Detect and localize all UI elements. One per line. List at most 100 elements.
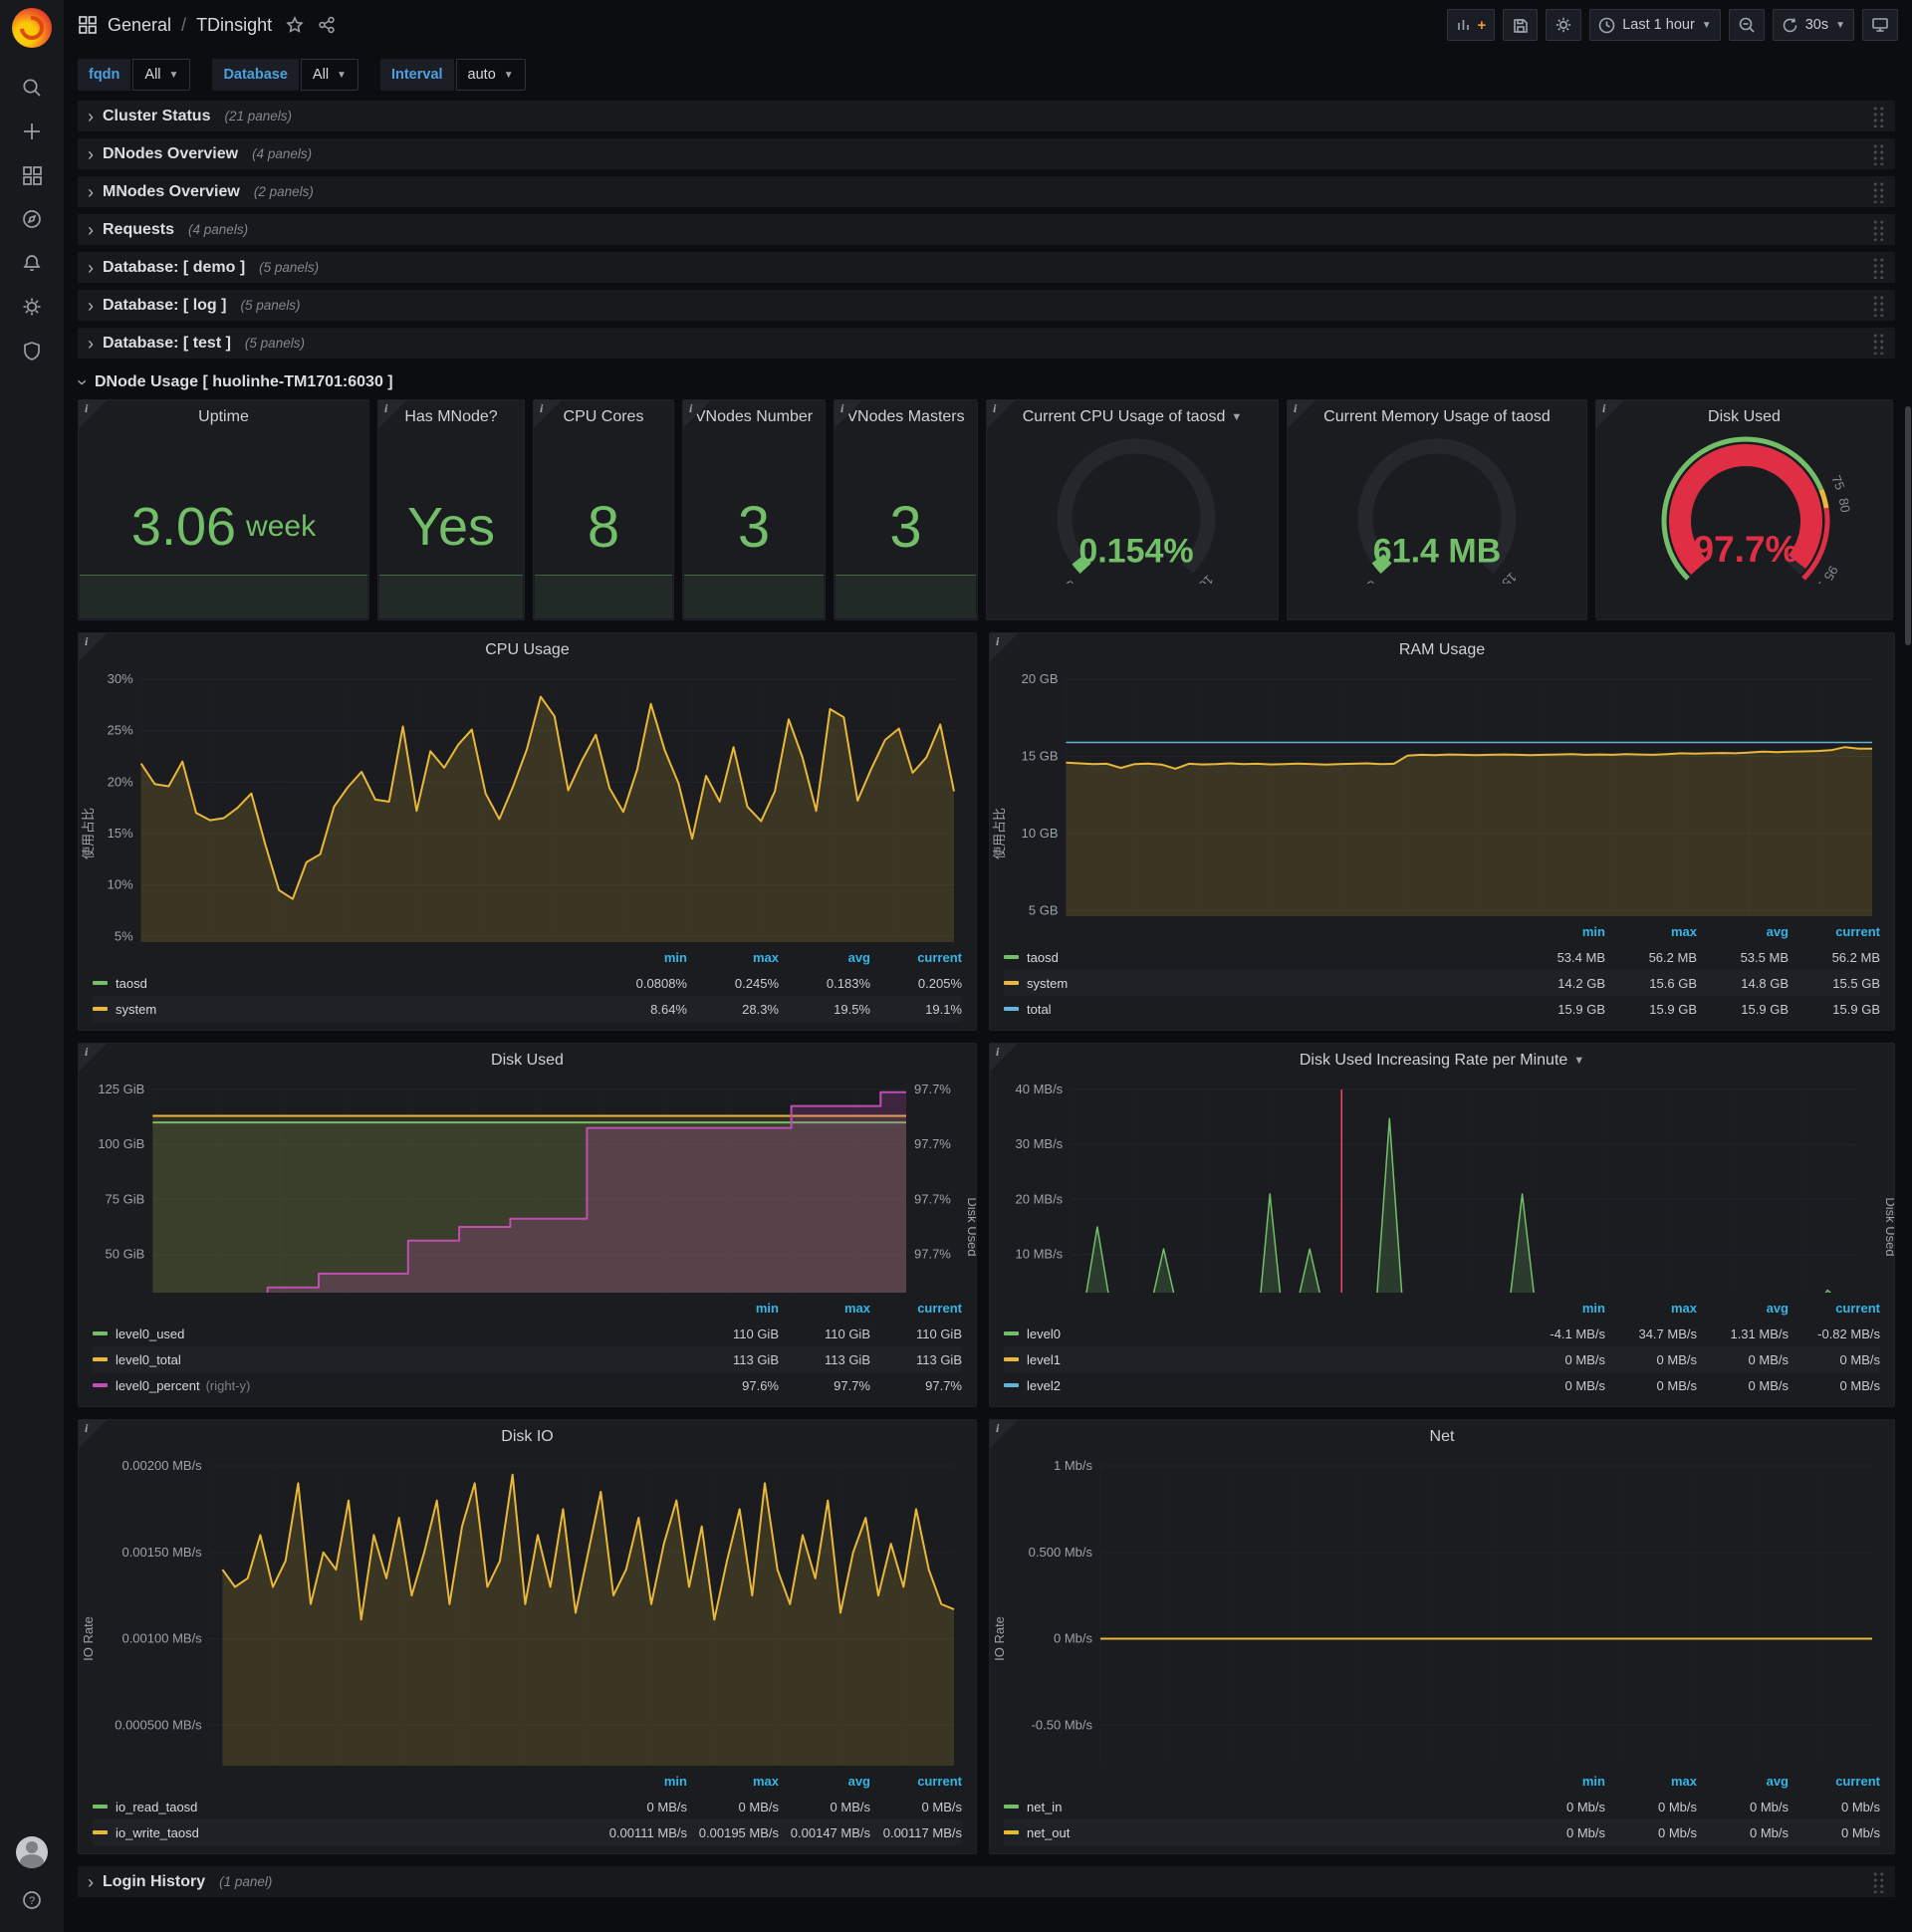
legend-sort-current[interactable]: current (1789, 1774, 1880, 1789)
legend-row-level0_total[interactable]: level0_total 113 GiB 113 GiB 113 GiB (93, 1346, 962, 1372)
legend-sort-current[interactable]: current (870, 1301, 962, 1316)
star-icon[interactable] (286, 16, 304, 34)
legend-sort-max[interactable]: max (779, 1301, 870, 1316)
chart-plot[interactable]: 01:0001:0501:1001:1501:2001:2501:3001:35… (79, 1454, 976, 1766)
legend-sort-max[interactable]: max (1605, 924, 1697, 939)
drag-handle[interactable] (1872, 218, 1885, 241)
legend-row-level0_used[interactable]: level0_used 110 GiB 110 GiB 110 GiB (93, 1321, 962, 1346)
panel-uptime[interactable]: i Uptime 3.06 week (78, 399, 369, 620)
panel-has-mnode[interactable]: i Has MNode? Yes (377, 399, 525, 620)
panel-disk-io[interactable]: i Disk IO 01:0001:0501:1001:1501:2001:25… (78, 1419, 977, 1854)
row-requests[interactable]: › Requests (4 panels) (78, 214, 1895, 245)
panel-info-corner[interactable] (79, 633, 107, 661)
dashboard-settings-button[interactable] (1546, 9, 1582, 41)
panel-current-memory-usage-gauge[interactable]: i Current Memory Usage of taosd 0158961.… (1287, 399, 1587, 620)
variable-interval-label[interactable]: Interval (379, 59, 454, 91)
search-icon[interactable] (8, 66, 56, 110)
panel-info-corner[interactable] (990, 633, 1018, 661)
legend-sort-max[interactable]: max (687, 1774, 779, 1789)
panel-title[interactable]: RAM Usage (990, 633, 1894, 667)
panel-current-cpu-usage-gauge[interactable]: i Current CPU Usage of taosd▼ 0 100 0.154% (986, 399, 1279, 620)
row-dnodes-overview[interactable]: › DNodes Overview (4 panels) (78, 138, 1895, 169)
variable-interval-value[interactable]: auto ▼ (455, 59, 526, 91)
user-avatar[interactable] (16, 1836, 48, 1868)
legend-row-io_write_taosd[interactable]: io_write_taosd 0.00111 MB/s 0.00195 MB/s 0.… (93, 1819, 962, 1845)
panel-info-corner[interactable] (79, 400, 107, 428)
refresh-picker[interactable]: 30s ▼ (1772, 9, 1854, 41)
legend-row-level0[interactable]: level0 -4.1 MB/s 34.7 MB/s 1.31 MB/s -0.82 M… (1004, 1321, 1880, 1346)
legend-sort-avg[interactable]: avg (779, 1774, 870, 1789)
drag-handle[interactable] (1872, 105, 1885, 127)
legend-label[interactable]: io_write_taosd (116, 1825, 199, 1840)
panel-title[interactable]: Net (990, 1420, 1894, 1454)
legend-sort-current[interactable]: current (870, 950, 962, 965)
drag-handle[interactable] (1872, 142, 1885, 165)
panel-info-corner[interactable] (683, 400, 711, 428)
chart-plot[interactable]: 01:0001:0501:1001:1501:2001:2501:3001:35… (79, 1078, 976, 1293)
row-mnodes-overview[interactable]: › MNodes Overview (2 panels) (78, 176, 1895, 207)
legend-sort-current[interactable]: current (1789, 1301, 1880, 1316)
panel-info-corner[interactable] (534, 400, 562, 428)
panel-disk-used-graph[interactable]: i Disk Used 01:0001:0501:1001:1501:2001:… (78, 1043, 977, 1407)
legend-sort-max[interactable]: max (1605, 1301, 1697, 1316)
time-range-picker[interactable]: Last 1 hour ▼ (1589, 9, 1721, 41)
panel-title[interactable]: Current Memory Usage of taosd (1288, 400, 1586, 434)
drag-handle[interactable] (1872, 294, 1885, 317)
legend-row-net_out[interactable]: net_out 0 Mb/s 0 Mb/s 0 Mb/s 0 Mb/s (1004, 1819, 1880, 1845)
row-database-log[interactable]: › Database: [ log ] (5 panels) (78, 290, 1895, 321)
panel-title[interactable]: Current CPU Usage of taosd ▼ (987, 400, 1278, 434)
alerting-bell-icon[interactable] (8, 241, 56, 285)
panel-info-corner[interactable] (987, 400, 1015, 428)
panel-info-corner[interactable] (79, 1044, 107, 1072)
panel-title[interactable]: CPU Usage (79, 633, 976, 667)
legend-sort-min[interactable]: min (596, 950, 687, 965)
drag-handle[interactable] (1872, 180, 1885, 203)
legend-row-io_read_taosd[interactable]: io_read_taosd 0 MB/s 0 MB/s 0 MB/s 0 MB/s (93, 1794, 962, 1819)
panel-title[interactable]: Disk Used (1596, 400, 1892, 434)
legend-sort-avg[interactable]: avg (779, 950, 870, 965)
share-icon[interactable] (318, 16, 336, 34)
legend-label[interactable]: system (116, 1002, 156, 1017)
panel-cpu-cores[interactable]: i CPU Cores 8 (533, 399, 674, 620)
legend-sort-avg[interactable]: avg (1697, 924, 1789, 939)
legend-label[interactable]: level0 (1027, 1327, 1061, 1341)
panel-cpu-usage[interactable]: i CPU Usage 01:0001:0501:1001:1501:2001:… (78, 632, 977, 1031)
chart-plot[interactable]: 01:0001:0501:1001:1501:2001:2501:3001:35… (990, 1078, 1894, 1293)
row-dnode-usage-expanded[interactable]: › DNode Usage [ huolinhe-TM1701:6030 ] (73, 365, 1895, 399)
panel-disk-used-gauge[interactable]: i Disk Used 075809510097.7% (1595, 399, 1893, 620)
legend-label[interactable]: taosd (1027, 950, 1059, 965)
legend-label[interactable]: level0_used (116, 1327, 184, 1341)
explore-compass-icon[interactable] (8, 197, 56, 241)
row-cluster-status[interactable]: › Cluster Status (21 panels) (78, 101, 1895, 131)
legend-sort-avg[interactable]: avg (1697, 1301, 1789, 1316)
legend-row-total[interactable]: total 15.9 GB 15.9 GB 15.9 GB 15.9 GB (1004, 996, 1880, 1022)
cycle-view-tv-button[interactable] (1862, 9, 1898, 41)
row-login-history[interactable]: › Login History (1 panel) (78, 1866, 1895, 1897)
save-dashboard-button[interactable] (1503, 9, 1539, 41)
legend-sort-max[interactable]: max (687, 950, 779, 965)
panel-disk-used-increasing-rate[interactable]: i Disk Used Increasing Rate per Minute ▼ … (989, 1043, 1895, 1407)
chart-plot[interactable]: 01:0001:0501:1001:1501:2001:2501:3001:35… (990, 1454, 1894, 1766)
variable-fqdn-value[interactable]: All ▼ (132, 59, 191, 91)
add-panel-button[interactable]: + (1447, 9, 1496, 41)
legend-label[interactable]: net_out (1027, 1825, 1070, 1840)
legend-row-taosd[interactable]: taosd 53.4 MB 56.2 MB 53.5 MB 56.2 MB (1004, 944, 1880, 970)
chart-plot[interactable]: 01:0001:0501:1001:1501:2001:2501:3001:35… (990, 667, 1894, 916)
panel-info-corner[interactable] (1288, 400, 1315, 428)
legend-row-level2[interactable]: level2 0 MB/s 0 MB/s 0 MB/s 0 MB/s (1004, 1372, 1880, 1398)
legend-sort-min[interactable]: min (1514, 1774, 1605, 1789)
legend-label[interactable]: taosd (116, 976, 147, 991)
legend-label[interactable]: system (1027, 976, 1068, 991)
server-admin-shield-icon[interactable] (8, 329, 56, 372)
legend-row-level0_percent[interactable]: level0_percent (right-y) 97.6% 97.7% 97.7% (93, 1372, 962, 1398)
legend-row-system[interactable]: system 14.2 GB 15.6 GB 14.8 GB 15.5 GB (1004, 970, 1880, 996)
legend-row-taosd[interactable]: taosd 0.0808% 0.245% 0.183% 0.205% (93, 970, 962, 996)
legend-sort-avg[interactable]: avg (1697, 1774, 1789, 1789)
help-icon[interactable]: ? (8, 1878, 56, 1922)
panel-info-corner[interactable] (378, 400, 406, 428)
panel-info-corner[interactable] (79, 1420, 107, 1448)
panel-title[interactable]: Disk IO (79, 1420, 976, 1454)
legend-sort-current[interactable]: current (870, 1774, 962, 1789)
legend-sort-max[interactable]: max (1605, 1774, 1697, 1789)
zoom-out-time-button[interactable] (1728, 9, 1765, 41)
